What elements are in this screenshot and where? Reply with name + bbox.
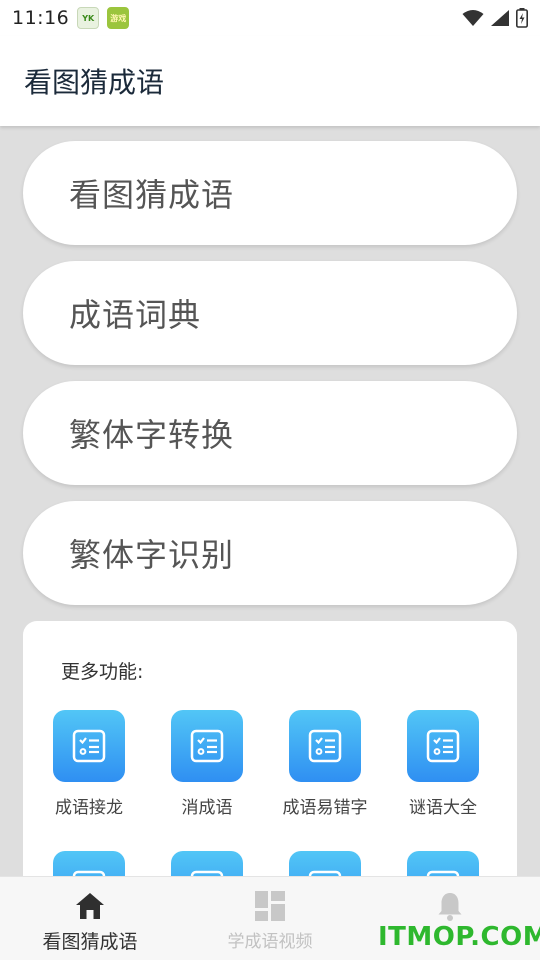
status-time: 11:16 bbox=[12, 7, 70, 29]
app-bar: 看图猜成语 bbox=[0, 36, 540, 126]
battery-icon bbox=[516, 8, 528, 28]
feature-tile-label: 消成语 bbox=[181, 798, 233, 818]
more-features-card: 更多功能: 成语接龙 消成语 成语易错字 谜语大全 bbox=[23, 621, 517, 923]
signal-icon bbox=[491, 10, 509, 26]
menu-button-label: 繁体字识别 bbox=[69, 536, 235, 574]
nav-item-idiom-videos[interactable]: 学成语视频 bbox=[180, 877, 360, 960]
status-bar: 11:16 YK 游戏 bbox=[0, 0, 540, 36]
game-app-notification-icon: 游戏 bbox=[107, 7, 130, 29]
feature-tile-label: 成语接龙 bbox=[55, 798, 123, 818]
menu-button-traditional-convert[interactable]: 繁体字转换 bbox=[23, 381, 517, 485]
menu-button-picture-guess[interactable]: 看图猜成语 bbox=[23, 141, 517, 245]
nav-item-label: 学成语视频 bbox=[227, 932, 313, 952]
home-icon bbox=[75, 889, 105, 923]
feature-tile-label: 成语易错字 bbox=[282, 798, 368, 818]
menu-button-idiom-dictionary[interactable]: 成语词典 bbox=[23, 261, 517, 365]
yk-app-notification-icon: YK bbox=[77, 7, 100, 29]
list-check-icon bbox=[53, 710, 125, 782]
dashboard-icon bbox=[255, 889, 285, 923]
feature-tile-riddles[interactable]: 谜语大全 bbox=[384, 710, 502, 818]
list-check-icon bbox=[289, 710, 361, 782]
menu-button-label: 繁体字转换 bbox=[69, 416, 235, 454]
list-check-icon bbox=[407, 710, 479, 782]
feature-tile-label: 谜语大全 bbox=[409, 798, 477, 818]
list-check-icon bbox=[171, 710, 243, 782]
status-icons bbox=[462, 8, 528, 28]
more-features-title: 更多功能: bbox=[61, 661, 144, 683]
menu-button-label: 成语词典 bbox=[69, 296, 202, 334]
feature-tile-idiom-chain[interactable]: 成语接龙 bbox=[30, 710, 148, 818]
wifi-icon bbox=[462, 10, 484, 26]
nav-item-label: 看图猜成语 bbox=[42, 931, 138, 953]
feature-tile-eliminate-idiom[interactable]: 消成语 bbox=[148, 710, 266, 818]
watermark: ITMOP.COM bbox=[378, 922, 540, 952]
bell-icon bbox=[437, 889, 463, 923]
feature-tile-common-typos[interactable]: 成语易错字 bbox=[266, 710, 384, 818]
menu-button-traditional-recognize[interactable]: 繁体字识别 bbox=[23, 501, 517, 605]
page-title: 看图猜成语 bbox=[24, 66, 165, 99]
menu-button-label: 看图猜成语 bbox=[69, 176, 235, 214]
nav-item-picture-guess[interactable]: 看图猜成语 bbox=[0, 877, 180, 960]
